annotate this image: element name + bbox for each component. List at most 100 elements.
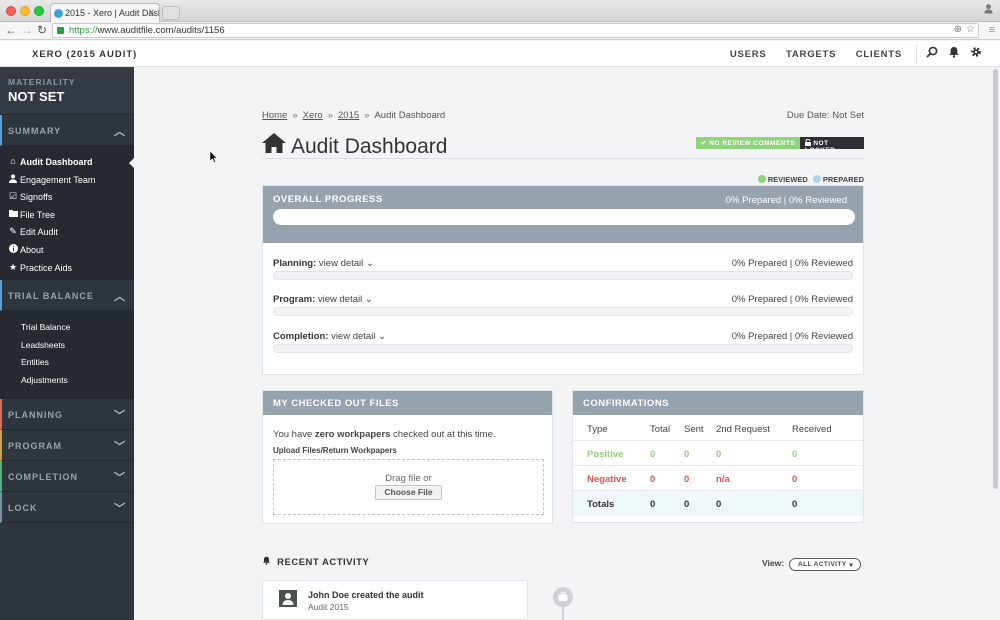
chevron-down-icon: ﹀ xyxy=(114,410,126,422)
message-pre: You have xyxy=(273,429,315,440)
sidebar-item-practice-aids[interactable]: ★ Practice Aids xyxy=(0,260,134,278)
activity-filter-select[interactable]: ALL ACTIVITY ▾ xyxy=(789,558,861,571)
minimize-window-button[interactable] xyxy=(20,6,30,16)
header-divider xyxy=(916,45,917,63)
table-cell: 0 xyxy=(650,474,656,485)
table-cell: 0 xyxy=(792,499,798,510)
breadcrumb-client[interactable]: Xero xyxy=(303,110,323,121)
briefcase-icon xyxy=(553,587,573,607)
url-path: www.auditfile.com/audits/1156 xyxy=(97,25,225,36)
sidebar-item-trial-balance[interactable]: Trial Balance xyxy=(0,319,134,337)
overall-progress-card: OVERALL PROGRESS 0% Prepared | 0% Review… xyxy=(262,185,864,375)
tab-close-icon[interactable]: ✕ xyxy=(147,7,155,18)
sidebar-item-adjustments[interactable]: Adjustments xyxy=(0,372,134,390)
summary-items: ⌂ Audit Dashboard Engagement Team ☑ Sign… xyxy=(0,146,134,280)
bookmark-star-icon[interactable]: ☆ xyxy=(966,24,975,35)
chevron-down-icon: ⌄ xyxy=(365,258,374,269)
new-tab-button[interactable] xyxy=(162,6,180,20)
completion-stat: 0% Prepared | 0% Reviewed xyxy=(731,331,853,342)
confirmations-title: CONFIRMATIONS xyxy=(573,391,863,415)
gear-icon[interactable] xyxy=(970,46,982,61)
breadcrumb-home[interactable]: Home xyxy=(262,110,287,121)
back-arrow-icon[interactable]: ← xyxy=(5,23,17,37)
browser-tab[interactable]: 2015 - Xero | Audit Dashb ✕ xyxy=(50,3,160,22)
materiality-label: MATERIALITY xyxy=(8,77,76,87)
file-dropzone[interactable]: Drag file or Choose File xyxy=(273,459,544,515)
breadcrumb-separator: » xyxy=(364,110,370,121)
section-label: PLANNING xyxy=(8,410,63,420)
table-cell: 0 xyxy=(716,449,722,460)
forward-arrow-icon[interactable]: → xyxy=(21,23,33,37)
planning-view-detail-link[interactable]: view detail ⌄ xyxy=(319,258,374,269)
completion-view-detail-link[interactable]: view detail ⌄ xyxy=(331,331,386,342)
checked-out-message: You have zero workpapers checked out at … xyxy=(273,429,496,440)
activity-title: John Doe created the audit xyxy=(308,590,424,600)
app-header: XERO (2015 AUDIT) USERS TARGETS CLIENTS xyxy=(0,41,1000,67)
bell-icon[interactable] xyxy=(948,46,960,61)
table-cell: 0 xyxy=(792,474,798,485)
planning-stat: 0% Prepared | 0% Reviewed xyxy=(731,258,853,269)
sidebar-section-trial-balance[interactable]: TRIAL BALANCE ︿ xyxy=(0,280,134,311)
nav-clients[interactable]: CLIENTS xyxy=(856,49,902,60)
pencil-icon: ✎ xyxy=(9,226,17,237)
sidebar-section-program[interactable]: PROGRAM ﹀ xyxy=(0,430,134,461)
review-status-badge: ✔ NO REVIEW COMMENTS xyxy=(696,137,801,149)
browser-menu-icon[interactable]: ≡ xyxy=(989,24,995,36)
table-cell[interactable]: Negative xyxy=(587,474,627,485)
page-scrollbar[interactable] xyxy=(993,69,998,489)
top-nav: USERS TARGETS CLIENTS xyxy=(714,49,902,60)
table-row: Positive 0 0 0 0 xyxy=(573,441,863,466)
checked-out-files-title: MY CHECKED OUT FILES xyxy=(263,391,552,415)
reload-icon[interactable]: ↻ xyxy=(37,23,47,37)
view-detail-text: view detail xyxy=(331,331,376,342)
table-row: Totals 0 0 0 0 xyxy=(573,491,863,516)
upload-label: Upload Files/Return Workpapers xyxy=(273,446,397,455)
maximize-window-button[interactable] xyxy=(34,6,44,16)
url-input[interactable]: https://www.auditfile.com/audits/1156 ⊕ … xyxy=(52,23,979,38)
column-header: Received xyxy=(792,424,832,435)
sidebar-item-entities[interactable]: Entities xyxy=(0,354,134,372)
section-label: TRIAL BALANCE xyxy=(8,291,94,301)
column-header: Total xyxy=(650,424,671,435)
sidebar-item-file-tree[interactable]: File Tree xyxy=(0,207,134,225)
sidebar-item-label: Signoffs xyxy=(20,192,53,203)
activity-item[interactable]: John Doe created the audit Audit 2015 xyxy=(262,580,528,620)
close-window-button[interactable] xyxy=(6,6,16,16)
profile-icon[interactable] xyxy=(983,3,994,17)
nav-users[interactable]: USERS xyxy=(730,49,767,60)
planning-label: Planning: view detail ⌄ xyxy=(273,258,374,269)
table-row: Negative 0 0 n/a 0 xyxy=(573,466,863,491)
sidebar-item-leadsheets[interactable]: Leadsheets xyxy=(0,337,134,355)
message-post: checked out at this time. xyxy=(390,429,496,440)
sidebar-item-audit-dashboard[interactable]: ⌂ Audit Dashboard xyxy=(0,154,134,172)
sidebar-section-lock[interactable]: LOCK ﹀ xyxy=(0,492,134,523)
search-icon[interactable] xyxy=(926,46,938,61)
confirmations-table: Type Total Sent 2nd Request Received Pos… xyxy=(573,415,863,516)
table-cell: 0 xyxy=(716,499,722,510)
nav-targets[interactable]: TARGETS xyxy=(786,49,836,60)
sidebar-item-edit-audit[interactable]: ✎ Edit Audit xyxy=(0,224,134,242)
table-cell[interactable]: Positive xyxy=(587,449,623,460)
zoom-icon[interactable]: ⊕ xyxy=(954,24,962,35)
row-label: Planning: xyxy=(273,258,317,269)
breadcrumb-year[interactable]: 2015 xyxy=(338,110,359,121)
view-detail-text: view detail xyxy=(318,258,364,269)
completion-progress-row: Completion: view detail ⌄ 0% Prepared | … xyxy=(273,331,853,361)
planning-progress-bar xyxy=(273,271,853,280)
sidebar-section-summary[interactable]: SUMMARY ︿ xyxy=(0,115,134,146)
sidebar-item-engagement-team[interactable]: Engagement Team xyxy=(0,172,134,190)
caret-down-icon: ▾ xyxy=(849,562,853,569)
chevron-down-icon: ﹀ xyxy=(114,441,126,453)
sidebar-item-about[interactable]: About xyxy=(0,242,134,260)
choose-file-button[interactable]: Choose File xyxy=(375,485,442,500)
sidebar-section-planning[interactable]: PLANNING ﹀ xyxy=(0,399,134,430)
sidebar-section-completion[interactable]: COMPLETION ﹀ xyxy=(0,461,134,492)
sidebar-item-label: File Tree xyxy=(20,209,56,220)
table-cell: 0 xyxy=(684,449,690,460)
sidebar-item-signoffs[interactable]: ☑ Signoffs xyxy=(0,189,134,207)
lock-icon xyxy=(57,27,64,34)
review-badge-label: NO REVIEW COMMENTS xyxy=(709,140,796,147)
overall-progress-bar xyxy=(273,209,855,225)
table-cell: 0 xyxy=(684,474,690,485)
program-view-detail-link[interactable]: view detail ⌄ xyxy=(318,294,373,305)
